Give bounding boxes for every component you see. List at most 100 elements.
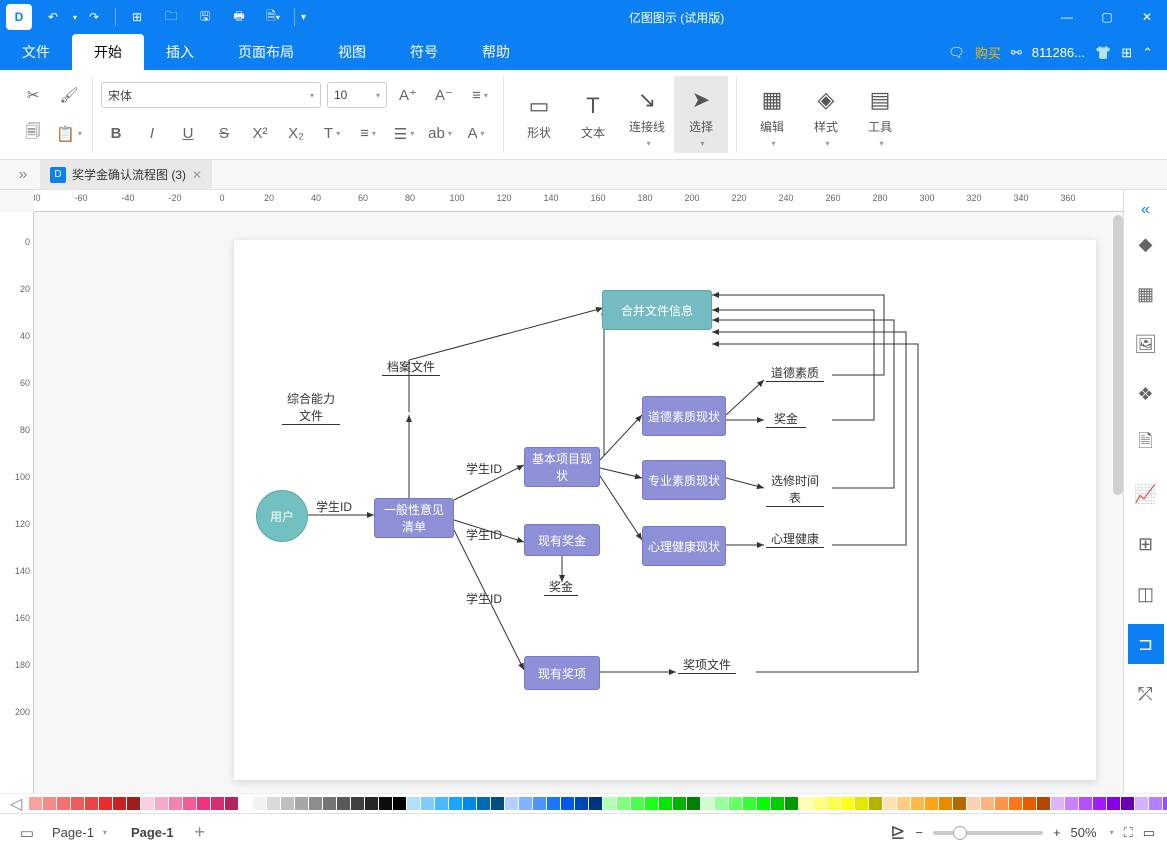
text-button[interactable]: T文本 xyxy=(566,76,620,153)
color-swatch[interactable] xyxy=(1079,797,1092,810)
color-swatch[interactable] xyxy=(897,797,910,810)
color-swatch[interactable] xyxy=(883,797,896,810)
menu-symbol[interactable]: 符号 xyxy=(388,34,460,70)
color-swatch[interactable] xyxy=(267,797,280,810)
page-icon[interactable]: 🗎 xyxy=(1128,424,1164,464)
widget-icon[interactable]: ◫ xyxy=(1128,574,1164,614)
color-swatch[interactable] xyxy=(659,797,672,810)
color-swatch[interactable] xyxy=(603,797,616,810)
document-tab[interactable]: D 奖学金确认流程图 (3) ✕ xyxy=(40,160,212,190)
color-swatch[interactable] xyxy=(981,797,994,810)
color-swatch[interactable] xyxy=(351,797,364,810)
page-nav-icon[interactable]: ▭ xyxy=(12,819,42,847)
color-swatch[interactable] xyxy=(239,797,252,810)
label-sid2[interactable]: 学生ID xyxy=(466,460,502,477)
color-swatch[interactable] xyxy=(379,797,392,810)
color-swatch[interactable] xyxy=(435,797,448,810)
label-award-doc[interactable]: 奖项文件 xyxy=(678,656,736,674)
page-selector[interactable]: Page-1▾ xyxy=(42,825,117,840)
font-increase-icon[interactable]: A⁺ xyxy=(393,81,423,109)
superscript-icon[interactable]: X² xyxy=(245,120,275,148)
color-swatch[interactable] xyxy=(113,797,126,810)
color-swatch[interactable] xyxy=(813,797,826,810)
node-merge[interactable]: 合并文件信息 xyxy=(602,290,712,330)
line-spacing-icon[interactable]: ≡▾ xyxy=(353,120,383,148)
canvas[interactable]: 用户 合并文件信息 一般性意见清单 基本项目现状 现有奖金 现有奖项 道德素质现… xyxy=(34,212,1123,793)
node-award[interactable]: 现有奖项 xyxy=(524,656,600,690)
color-swatch[interactable] xyxy=(785,797,798,810)
color-swatch[interactable] xyxy=(323,797,336,810)
collapse-ribbon-icon[interactable]: ⌃ xyxy=(1142,45,1153,61)
highlight-icon[interactable]: A▾ xyxy=(461,120,491,148)
grid-icon[interactable]: ▦ xyxy=(1128,274,1164,314)
color-swatch[interactable] xyxy=(589,797,602,810)
color-swatch[interactable] xyxy=(757,797,770,810)
color-swatch[interactable] xyxy=(995,797,1008,810)
apps-icon[interactable]: ⊞ xyxy=(1121,45,1132,61)
color-swatch[interactable] xyxy=(743,797,756,810)
label-sched[interactable]: 选修时间表 xyxy=(766,472,824,507)
menu-file[interactable]: 文件 xyxy=(0,34,72,70)
color-swatch[interactable] xyxy=(827,797,840,810)
color-swatch[interactable] xyxy=(673,797,686,810)
cut-icon[interactable]: ✂ xyxy=(18,81,48,109)
export-icon[interactable]: 🗎▾ xyxy=(260,4,286,30)
paste-icon[interactable]: 📋▾ xyxy=(54,120,84,148)
label-psy[interactable]: 心理健康 xyxy=(766,530,824,548)
label-comp[interactable]: 综合能力文件 xyxy=(282,390,340,425)
add-page-button[interactable]: + xyxy=(188,821,212,845)
zoom-in-icon[interactable]: + xyxy=(1053,825,1061,840)
color-swatch[interactable] xyxy=(617,797,630,810)
label-moral[interactable]: 道德素质 xyxy=(766,364,824,382)
node-basic[interactable]: 基本项目现状 xyxy=(524,447,600,487)
select-button[interactable]: ➤选择▾ xyxy=(674,76,728,153)
color-swatch[interactable] xyxy=(169,797,182,810)
minimize-button[interactable]: — xyxy=(1047,0,1087,34)
play-icon[interactable]: ⊵ xyxy=(890,822,905,843)
color-swatch[interactable] xyxy=(953,797,966,810)
shuffle-icon[interactable]: ⤱ xyxy=(1128,674,1164,714)
color-swatch[interactable] xyxy=(771,797,784,810)
node-pro[interactable]: 专业素质现状 xyxy=(642,460,726,500)
color-swatch[interactable] xyxy=(799,797,812,810)
color-swatch[interactable] xyxy=(253,797,266,810)
color-swatch[interactable] xyxy=(547,797,560,810)
color-swatch[interactable] xyxy=(925,797,938,810)
color-swatch[interactable] xyxy=(631,797,644,810)
color-swatch[interactable] xyxy=(127,797,140,810)
table-icon[interactable]: ⊞ xyxy=(1128,524,1164,564)
color-swatch[interactable] xyxy=(309,797,322,810)
user-id[interactable]: 811286... xyxy=(1032,45,1085,60)
bold-icon[interactable]: B xyxy=(101,120,131,148)
case-icon[interactable]: ab▾ xyxy=(425,120,455,148)
save-icon[interactable]: 🖫 xyxy=(192,4,218,30)
color-swatch[interactable] xyxy=(1135,797,1148,810)
color-prev-icon[interactable]: ◁ xyxy=(10,794,22,814)
format-painter-icon[interactable]: 🖌 xyxy=(54,81,84,109)
strikethrough-icon[interactable]: S xyxy=(209,120,239,148)
label-sid4[interactable]: 学生ID xyxy=(466,590,502,607)
underline-icon[interactable]: U xyxy=(173,120,203,148)
color-swatch[interactable] xyxy=(29,797,42,810)
color-swatch[interactable] xyxy=(729,797,742,810)
maximize-button[interactable]: ▢ xyxy=(1087,0,1127,34)
color-swatch[interactable] xyxy=(463,797,476,810)
page[interactable]: 用户 合并文件信息 一般性意见清单 基本项目现状 现有奖金 现有奖项 道德素质现… xyxy=(234,240,1096,780)
color-swatch[interactable] xyxy=(561,797,574,810)
tool-button[interactable]: ▤工具▾ xyxy=(853,76,907,153)
text-color-icon[interactable]: T▾ xyxy=(317,120,347,148)
color-swatch[interactable] xyxy=(491,797,504,810)
color-swatch[interactable] xyxy=(365,797,378,810)
color-swatch[interactable] xyxy=(71,797,84,810)
color-swatch[interactable] xyxy=(393,797,406,810)
connector-button[interactable]: ↘连接线▾ xyxy=(620,76,674,153)
italic-icon[interactable]: I xyxy=(137,120,167,148)
active-panel-icon[interactable]: ⊐ xyxy=(1128,624,1164,664)
scrollbar-vertical[interactable] xyxy=(1113,215,1123,495)
color-swatch[interactable] xyxy=(1037,797,1050,810)
color-swatch[interactable] xyxy=(533,797,546,810)
open-icon[interactable]: 🗀 xyxy=(158,4,184,30)
font-family-select[interactable]: 宋体▾ xyxy=(101,82,321,108)
color-swatch[interactable] xyxy=(1051,797,1064,810)
copy-icon[interactable]: 🗐 xyxy=(18,120,48,148)
